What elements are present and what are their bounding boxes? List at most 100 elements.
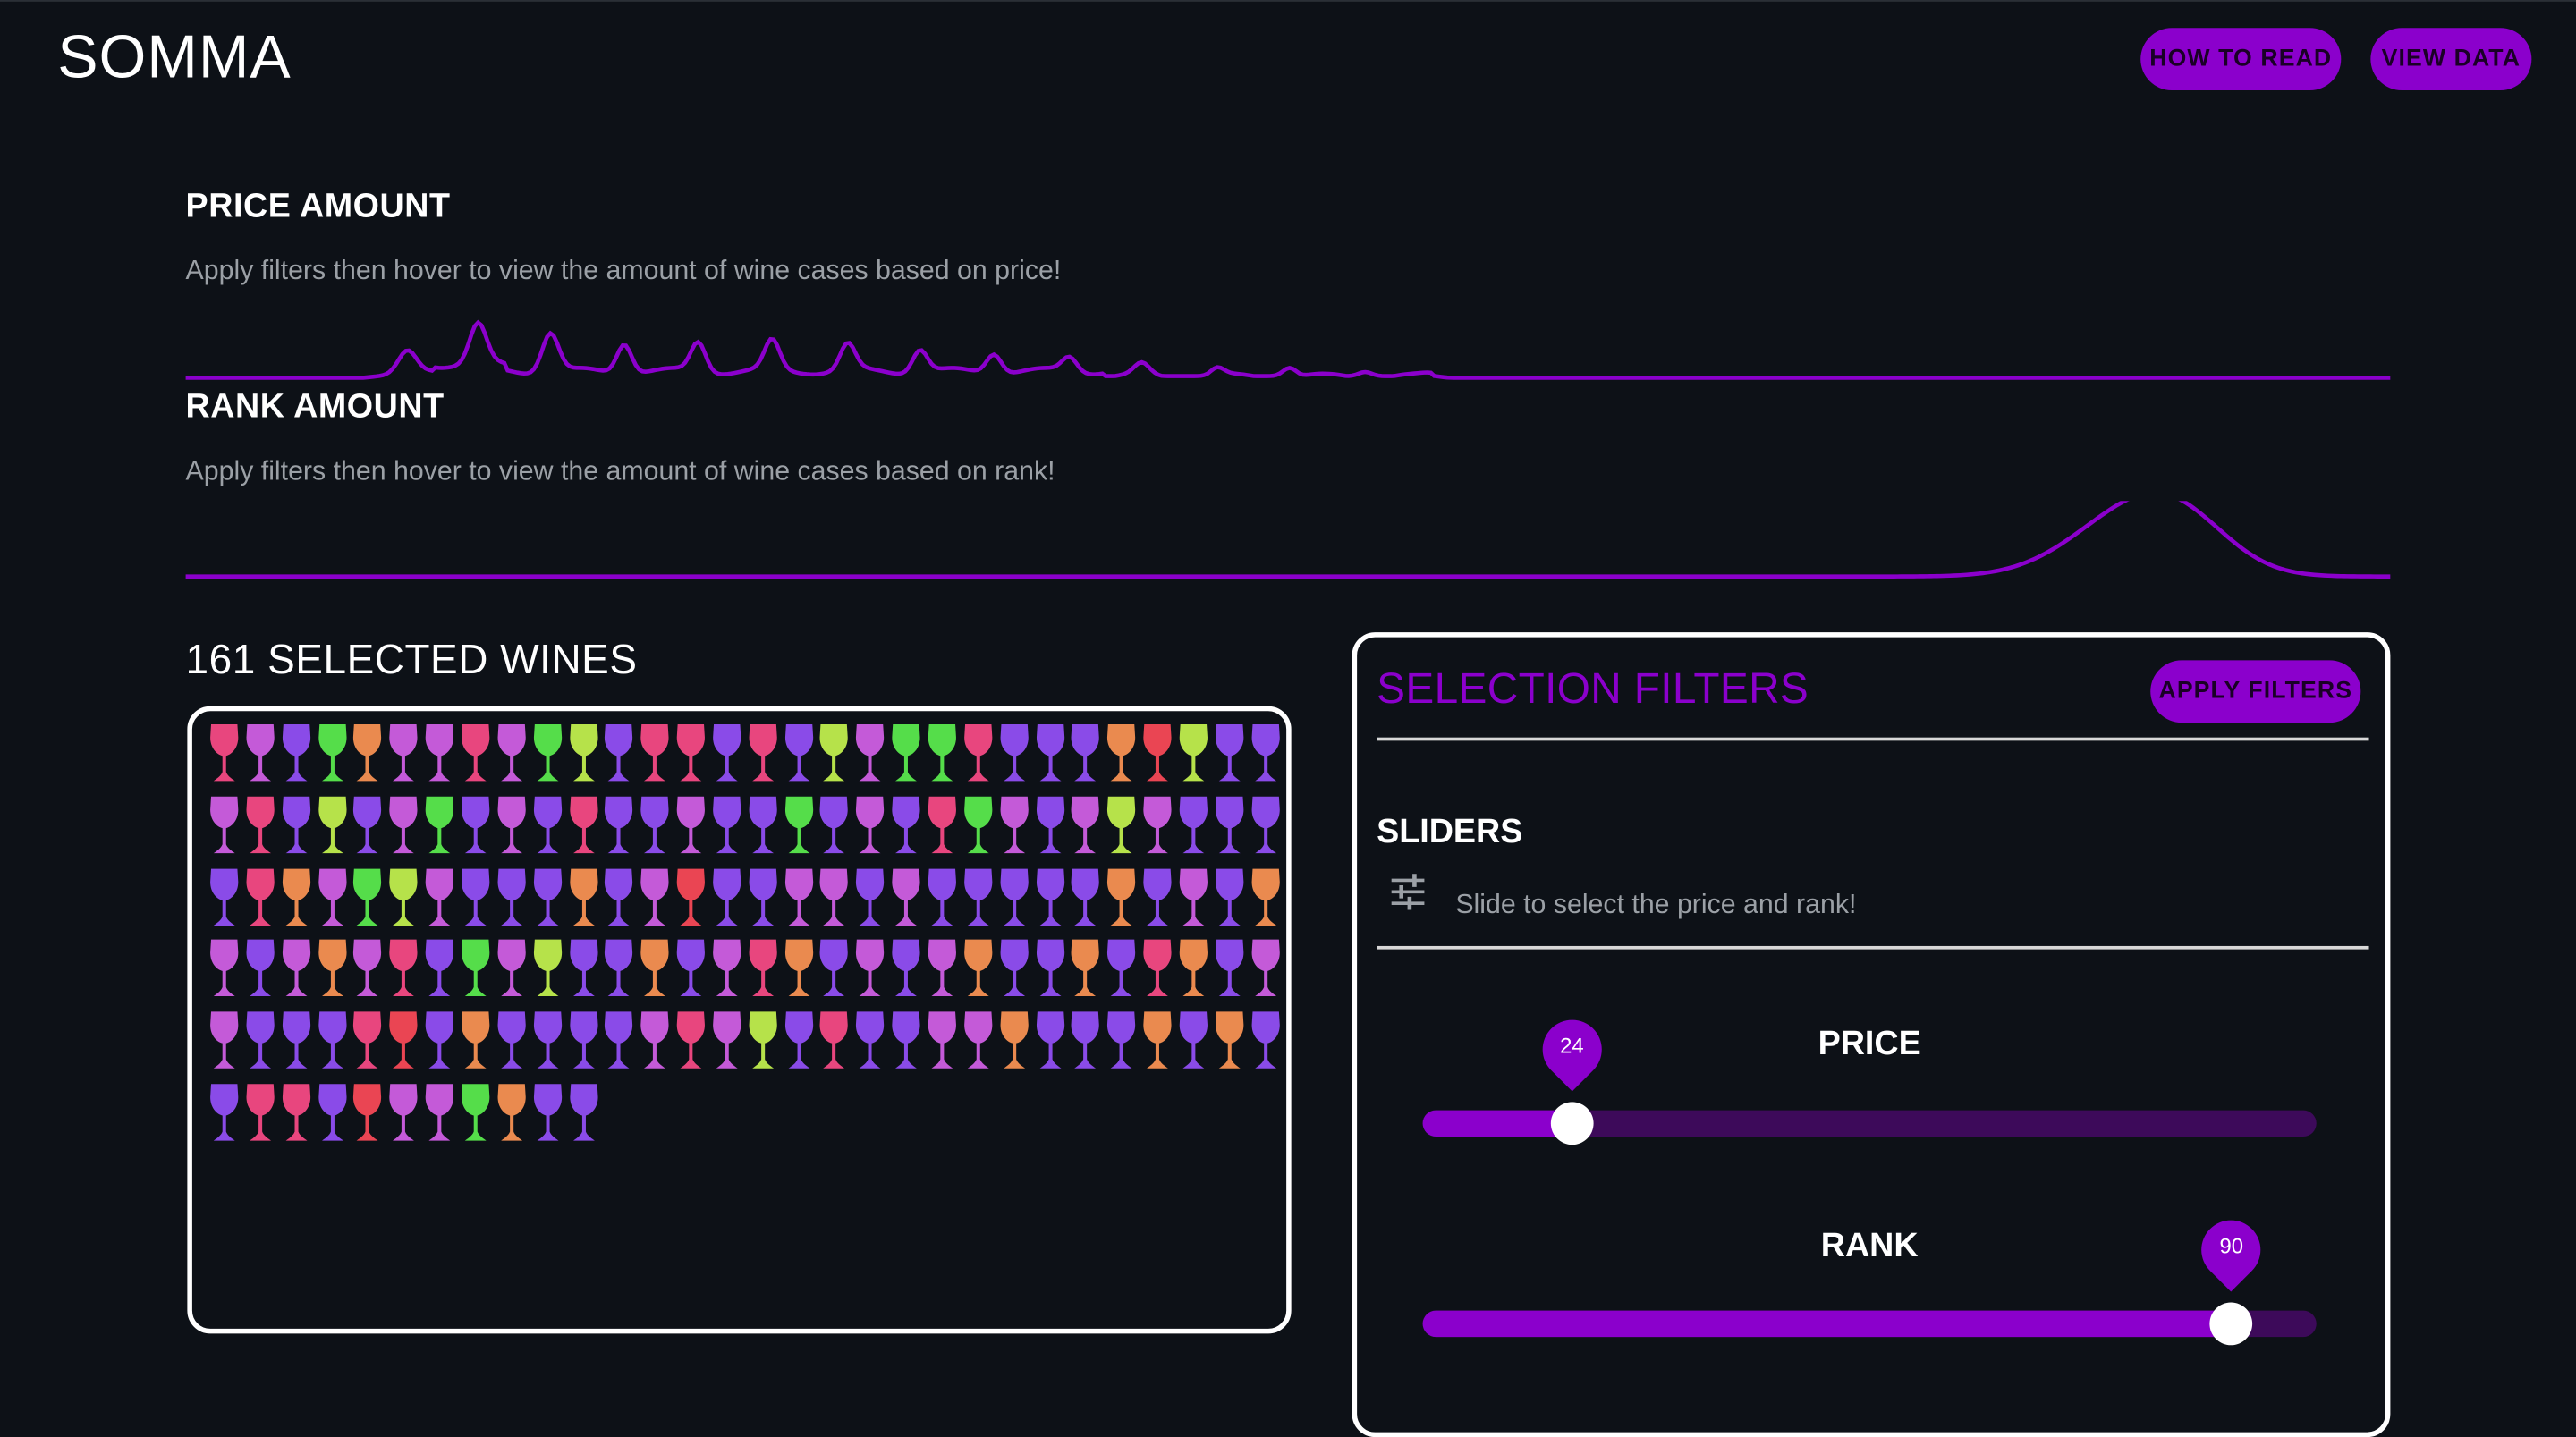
wine-glass-icon: [246, 1084, 275, 1141]
wine-glass-icon: [353, 723, 382, 782]
wine-glass-icon: [282, 1011, 310, 1069]
wine-glass-icon: [1250, 867, 1280, 926]
wine-glass-icon: [1072, 796, 1100, 853]
price-slider-label: PRICE: [1818, 1025, 1921, 1063]
wine-glass-icon: [749, 723, 777, 782]
wine-glass-icon: [497, 723, 526, 782]
rank-value: 90: [2219, 1233, 2244, 1258]
wine-glass-icon: [749, 940, 777, 997]
wine-glass-icon: [210, 723, 239, 782]
wine-glass-icon: [425, 940, 454, 997]
wine-glass-icon: [963, 796, 993, 853]
top-border: [0, 0, 2576, 2]
rank-slider-fill: [1422, 1310, 2232, 1338]
wine-glass-icon: [533, 796, 562, 853]
wine-glass-icon: [928, 940, 956, 997]
wine-glass-icon: [820, 723, 849, 782]
wine-glass-icon: [640, 940, 669, 997]
wine-glass-icon: [461, 723, 490, 782]
wine-glass-icon: [569, 796, 597, 853]
wine-glass-icon: [1107, 867, 1136, 926]
wine-glass-icon: [497, 940, 526, 997]
wine-glass-icon: [425, 1011, 454, 1069]
wine-glass-icon: [1215, 723, 1244, 782]
wine-glass-icon: [1143, 940, 1172, 997]
wine-glass-icon: [605, 796, 633, 853]
how-to-read-button[interactable]: HOW TO READ: [2140, 28, 2342, 91]
wine-glass-icon: [1179, 1011, 1208, 1069]
wine-glass-icon: [605, 940, 633, 997]
wine-glass-icon: [676, 940, 706, 997]
price-value: 24: [1560, 1033, 1584, 1058]
wine-glass-icon: [246, 940, 275, 997]
wine-glass-icon: [461, 1084, 490, 1141]
wine-glass-icon: [353, 1011, 382, 1069]
wine-glass-icon: [856, 1011, 885, 1069]
wine-glass-icon: [1107, 940, 1136, 997]
wine-glass-icon: [389, 796, 418, 853]
wine-glass-icon: [712, 723, 741, 782]
app-logo: SOMMA: [57, 22, 292, 91]
wine-glass-icon: [533, 940, 562, 997]
wine-glass-icon: [605, 723, 633, 782]
wine-glass-icon: [533, 867, 562, 926]
wine-glass-icon: [712, 940, 741, 997]
wine-glass-icon: [640, 1011, 669, 1069]
wine-glass-icon: [282, 867, 310, 926]
wine-glass-icon: [1179, 723, 1208, 782]
wine-glass-icon: [246, 723, 275, 782]
sliders-heading: SLIDERS: [1377, 813, 1523, 851]
wine-glass-icon: [856, 723, 885, 782]
wine-glass-icon: [892, 1011, 920, 1069]
wine-glass-icon: [318, 867, 346, 926]
wine-glass-icon: [856, 796, 885, 853]
wine-glass-icon: [569, 1011, 597, 1069]
wine-glass-icon: [999, 867, 1029, 926]
wine-glass-icon: [210, 1011, 239, 1069]
price-value-tooltip: 24: [1530, 1007, 1614, 1092]
apply-filters-button[interactable]: APPLY FILTERS: [2150, 660, 2361, 723]
wine-glass-icon: [318, 940, 346, 997]
wine-glass-icon: [1143, 1011, 1172, 1069]
wine-glass-icon: [1215, 940, 1244, 997]
rank-slider-thumb[interactable]: [2209, 1302, 2253, 1346]
wine-glass-icon: [963, 723, 993, 782]
wine-glass-icon: [820, 867, 849, 926]
wine-glass-icon: [353, 940, 382, 997]
wine-glass-icon: [389, 1084, 418, 1141]
wine-glass-icon: [1179, 940, 1208, 997]
wine-glass-icon: [928, 796, 956, 853]
wine-glass-icon: [569, 867, 597, 926]
wine-glass-icon: [1036, 796, 1064, 853]
wine-glass-icon: [605, 1011, 633, 1069]
price-slider-track[interactable]: 24: [1422, 1007, 2317, 1145]
price-amount-description: Apply filters then hover to view the amo…: [185, 256, 1062, 286]
wine-glass-icon: [928, 723, 956, 782]
wine-glass-icon: [1036, 940, 1064, 997]
price-slider-thumb[interactable]: [1550, 1102, 1594, 1145]
wine-glass-icon: [640, 796, 669, 853]
rank-slider-track[interactable]: 90: [1422, 1207, 2317, 1346]
price-amount-sparkline[interactable]: [185, 304, 2391, 386]
wine-glass-icon: [784, 940, 813, 997]
wine-glass-icon: [210, 940, 239, 997]
wine-glass-icon: [1107, 796, 1136, 853]
wine-glass-icon: [569, 723, 597, 782]
rank-value-tooltip: 90: [2190, 1207, 2274, 1292]
wine-glass-icon: [1143, 723, 1172, 782]
wine-glass-icon: [497, 1084, 526, 1141]
view-data-button[interactable]: VIEW DATA: [2370, 28, 2532, 91]
rank-amount-sparkline[interactable]: [185, 501, 2391, 583]
wine-glass-icon: [820, 940, 849, 997]
wine-glass-icon: [892, 796, 920, 853]
wine-glass-icon: [425, 1084, 454, 1141]
wine-glass-icon: [1215, 796, 1244, 853]
wine-glass-icon: [282, 796, 310, 853]
wine-glass-icon: [1107, 723, 1136, 782]
wine-glass-icon: [676, 796, 706, 853]
wine-glass-icon: [712, 867, 741, 926]
wine-glass-icon: [676, 1011, 706, 1069]
tune-icon: [1391, 874, 1425, 910]
wine-glass-icon: [210, 1084, 239, 1141]
selection-filters-title: SELECTION FILTERS: [1377, 664, 1809, 714]
